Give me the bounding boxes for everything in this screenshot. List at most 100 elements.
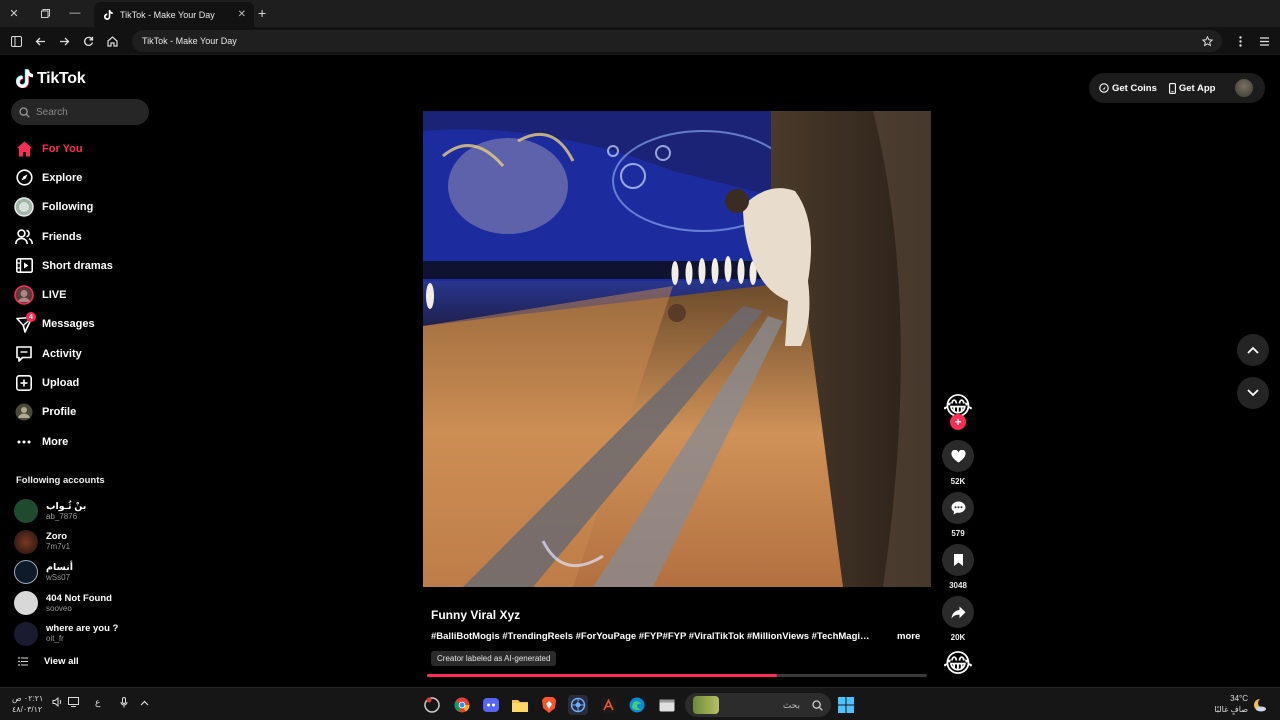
sidebar-toggle-icon[interactable]: [7, 32, 25, 50]
windows-start-icon[interactable]: [836, 695, 856, 715]
comment-icon: [951, 501, 965, 515]
restore-window-icon[interactable]: [36, 4, 54, 22]
nav-label: Activity: [42, 347, 82, 360]
nav-item-friends[interactable]: Friends: [14, 222, 154, 251]
nav-label: Friends: [42, 230, 82, 243]
get-app-button[interactable]: Get App: [1168, 83, 1215, 94]
messages-badge: 4: [26, 312, 36, 323]
nav-item-profile[interactable]: Profile: [14, 398, 154, 427]
follow-button[interactable]: +: [950, 414, 966, 430]
avatar: [14, 499, 38, 524]
menu-dots-icon[interactable]: [1231, 32, 1249, 50]
list-icon: [18, 657, 28, 666]
share-action: 20K: [941, 596, 975, 642]
tiktok-logo[interactable]: TikTok: [16, 69, 86, 88]
window-app-icon[interactable]: [657, 695, 677, 715]
taskbar-search-text: بحث: [782, 699, 800, 710]
nav-label: Explore: [42, 171, 83, 184]
search-input[interactable]: [36, 106, 136, 118]
nav-item-upload[interactable]: Upload: [14, 368, 154, 397]
profile-avatar-icon: [14, 402, 34, 422]
bookmark-star-icon[interactable]: [1198, 32, 1216, 50]
video-player[interactable]: [423, 111, 931, 587]
account-name: where are you ?: [46, 623, 119, 635]
view-all-link[interactable]: View all: [18, 656, 79, 667]
comment-button[interactable]: [942, 492, 974, 524]
coin-icon: [1099, 83, 1109, 93]
browser-tab[interactable]: TikTok - Make Your Day ✕: [94, 2, 254, 27]
language-indicator[interactable]: ع: [95, 697, 100, 708]
network-icon[interactable]: [68, 697, 79, 710]
nav-label: More: [42, 435, 69, 448]
nav-item-for-you[interactable]: For You: [14, 134, 154, 163]
account-item[interactable]: Zoro 7m7v1: [14, 527, 154, 558]
ai-generated-label: Creator labeled as AI-generated: [431, 651, 557, 666]
active-app-icon[interactable]: [568, 695, 588, 715]
nav-label: Messages: [42, 318, 95, 331]
avatar: [14, 529, 38, 554]
weather-temperature: 34°C: [1230, 694, 1248, 703]
microphone-icon[interactable]: [120, 697, 128, 711]
comment-action: 579: [941, 492, 975, 538]
share-count: 20K: [950, 633, 966, 642]
nav-label: Profile: [42, 406, 77, 419]
account-item[interactable]: بنْ ثُـواب ab_7876: [14, 496, 154, 527]
home-icon: [14, 139, 34, 159]
search-box[interactable]: [11, 99, 149, 125]
file-explorer-icon[interactable]: [510, 695, 530, 715]
chevron-up-icon[interactable]: [140, 697, 149, 709]
close-window-icon[interactable]: ✕: [5, 4, 23, 22]
taskbar-app-icon[interactable]: [422, 695, 442, 715]
nav-item-explore[interactable]: Explore: [14, 163, 154, 192]
taskbar-search[interactable]: بحث: [685, 693, 831, 717]
paper-plane-icon: 4: [14, 312, 36, 334]
reload-icon[interactable]: [79, 32, 97, 50]
acrobat-icon[interactable]: [598, 695, 618, 715]
video-progress-bar[interactable]: [427, 674, 927, 677]
brave-icon[interactable]: [539, 695, 559, 715]
discord-icon[interactable]: [481, 695, 501, 715]
edge-icon[interactable]: [627, 695, 647, 715]
home-icon[interactable]: [103, 32, 121, 50]
previous-video-button[interactable]: [1237, 334, 1269, 366]
sidebar-panel-icon[interactable]: [1255, 32, 1273, 50]
address-bar-row: TikTok - Make Your Day: [0, 27, 1280, 55]
back-icon[interactable]: [31, 32, 49, 50]
new-tab-button[interactable]: +: [258, 5, 266, 21]
account-name: 404 Not Found: [46, 592, 112, 604]
browser-titlebar: ✕ — TikTok - Make Your Day ✕ +: [0, 0, 1280, 27]
taskbar-clock[interactable]: ٠٢:٢١ ص ٤٨/٠٣/١٢: [12, 693, 43, 715]
nav-item-short-dramas[interactable]: Short dramas: [14, 251, 154, 280]
minimize-window-icon[interactable]: —: [66, 4, 84, 22]
account-item[interactable]: أنسام wSs07: [14, 557, 154, 588]
account-item[interactable]: where are you ? oit_fr: [14, 618, 154, 649]
music-disc[interactable]: 😂: [941, 646, 975, 680]
avatar: [14, 591, 38, 616]
save-button[interactable]: [942, 544, 974, 576]
nav-item-following[interactable]: Following: [14, 193, 154, 222]
more-button[interactable]: more: [897, 631, 920, 642]
like-button[interactable]: [942, 440, 974, 472]
account-handle: wSs07: [46, 572, 71, 582]
volume-icon[interactable]: [52, 696, 63, 710]
weather-widget[interactable]: 34°C صافٍ غالبًا: [1208, 693, 1248, 715]
nav-item-more[interactable]: More: [14, 427, 154, 456]
chrome-icon[interactable]: [452, 695, 472, 715]
nav-item-live[interactable]: LIVE: [14, 280, 154, 309]
heart-icon: [950, 449, 966, 462]
get-coins-button[interactable]: Get Coins: [1099, 83, 1157, 94]
nav-item-messages[interactable]: 4 Messages: [14, 310, 154, 339]
account-item[interactable]: 404 Not Found sooveo: [14, 588, 154, 619]
video-hashtags[interactable]: #BalliBotMogis #TrendingReels #ForYouPag…: [431, 631, 871, 642]
tab-close-icon[interactable]: ✕: [238, 9, 246, 20]
plus-square-icon: [14, 373, 34, 393]
url-field[interactable]: TikTok - Make Your Day: [132, 30, 1222, 52]
forward-icon[interactable]: [55, 32, 73, 50]
like-action: 52K: [941, 440, 975, 486]
share-icon: [951, 606, 965, 618]
next-video-button[interactable]: [1237, 377, 1269, 409]
user-avatar[interactable]: [1235, 79, 1253, 97]
search-highlight-image: [693, 696, 719, 714]
share-button[interactable]: [942, 596, 974, 628]
nav-item-activity[interactable]: Activity: [14, 339, 154, 368]
